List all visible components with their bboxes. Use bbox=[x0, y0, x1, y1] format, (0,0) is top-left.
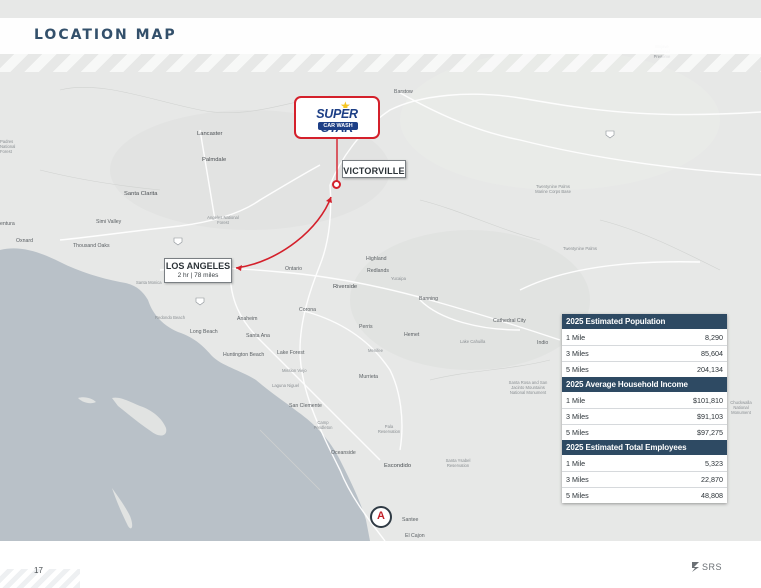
victorville-callout: VICTORVILLE bbox=[342, 160, 406, 178]
place-cathedral-city: Cathedral City bbox=[493, 318, 526, 324]
place-menifee: Menifee bbox=[368, 348, 383, 353]
place-oceanside: Oceanside bbox=[331, 450, 356, 456]
place-hemet: Hemet bbox=[404, 332, 420, 338]
place-palmdale: Palmdale bbox=[202, 157, 227, 163]
place-mission-viejo: Mission Viejo bbox=[282, 368, 307, 373]
logo-main-text: SUPER STAR bbox=[316, 107, 358, 135]
place-anaheim: Anaheim bbox=[237, 316, 258, 322]
place-santa-rosa-monument: Santa Rosa and San Jacinto Mountains Nat… bbox=[508, 380, 548, 395]
place-barstow: Barstow bbox=[394, 89, 413, 95]
drive-time-label: 2 hr | 78 miles bbox=[177, 272, 219, 279]
table-row: 5 Miles $97,275 bbox=[562, 424, 727, 440]
place-long-beach: Long Beach bbox=[190, 329, 218, 335]
place-san-clemente: San Clemente bbox=[289, 403, 322, 409]
logo-sub-text: CAR WASH bbox=[318, 122, 358, 130]
place-lancaster: Lancaster bbox=[197, 131, 223, 137]
place-indio: Indio bbox=[537, 340, 549, 346]
table-row: 5 Miles 204,134 bbox=[562, 361, 727, 377]
place-lake-forest: Lake Forest bbox=[277, 350, 305, 356]
place-santa-monica: Santa Monica bbox=[136, 280, 162, 285]
place-el-cajon: El Cajon bbox=[405, 533, 425, 539]
population-header: 2025 Estimated Population bbox=[562, 314, 727, 329]
place-escondido: Escondido bbox=[384, 463, 412, 469]
compass-icon: A bbox=[370, 506, 392, 528]
place-oxnard: Oxnard bbox=[16, 238, 34, 244]
table-row: 3 Miles 85,604 bbox=[562, 345, 727, 361]
los-angeles-label: LOS ANGELES bbox=[165, 261, 231, 271]
victorville-label: VICTORVILLE bbox=[343, 166, 405, 176]
place-ontario: Ontario bbox=[285, 266, 303, 272]
place-twentynine-base: Twentynine Palms Marine Corps Base bbox=[535, 184, 571, 194]
table-row: 1 Mile $101,810 bbox=[566, 395, 723, 405]
place-huntington-beach: Huntington Beach bbox=[223, 352, 265, 358]
place-santa-ana: Santa Ana bbox=[246, 333, 270, 339]
place-padres-forest: Padres National Forest bbox=[0, 139, 16, 154]
income-header: 2025 Average Household Income bbox=[562, 377, 727, 392]
los-angeles-callout: LOS ANGELES 2 hr | 78 miles bbox=[164, 258, 232, 283]
place-yucaipa: Yucaipa bbox=[391, 276, 406, 281]
place-camp-pendleton: Camp Pendleton bbox=[313, 420, 333, 430]
location-pin-icon[interactable] bbox=[332, 180, 341, 189]
place-riverside: Riverside bbox=[333, 284, 358, 290]
srs-logo: SRS bbox=[691, 561, 722, 575]
place-banning: Banning bbox=[419, 296, 439, 302]
place-lake-cahuilla: Lake Cahuilla bbox=[460, 339, 486, 344]
super-star-logo[interactable]: ★ SUPER STAR CAR WASH bbox=[294, 96, 380, 139]
demographics-table: 2025 Estimated Population 1 Mile 8,290 3 … bbox=[562, 314, 727, 503]
place-simi-valley: Simi Valley bbox=[96, 219, 122, 225]
place-thousand-oaks: Thousand Oaks bbox=[73, 243, 110, 249]
table-row: 1 Mile 8,290 bbox=[566, 332, 723, 342]
table-row: 5 Miles 48,808 bbox=[562, 487, 727, 503]
employees-header: 2025 Estimated Total Employees bbox=[562, 440, 727, 455]
place-laguna-niguel: Laguna Niguel bbox=[272, 383, 300, 388]
place-chuckwalla: Chuckwalla National Monument bbox=[730, 400, 752, 415]
place-ventura: entura bbox=[0, 221, 15, 227]
place-angeles-forest: Angeles National Forest bbox=[207, 215, 239, 225]
place-murrieta: Murrieta bbox=[359, 374, 379, 380]
place-santee: Santee bbox=[402, 517, 419, 523]
place-twentynine-palms: Twentynine Palms bbox=[563, 246, 597, 251]
place-santa-clarita: Santa Clarita bbox=[124, 191, 158, 197]
location-map[interactable]: Barstow Lancaster Palmdale Santa Clarita… bbox=[0, 0, 761, 541]
page-number: 17 bbox=[34, 566, 43, 575]
table-row: 3 Miles $91,103 bbox=[562, 408, 727, 424]
page-title: LOCATION MAP bbox=[34, 27, 177, 43]
place-perris: Perris bbox=[359, 324, 373, 330]
place-redondo-beach: Redondo Beach bbox=[155, 315, 186, 320]
srs-mark-icon bbox=[692, 562, 699, 572]
place-highland: Highland bbox=[366, 256, 387, 262]
table-row: 3 Miles 22,870 bbox=[562, 471, 727, 487]
place-santa-ysabel: Santa Ysabel Reservation bbox=[445, 458, 471, 468]
place-corona: Corona bbox=[299, 307, 317, 313]
place-redlands: Redlands bbox=[367, 268, 389, 274]
place-pala: Pala Reservation bbox=[377, 424, 401, 434]
table-row: 1 Mile 5,323 bbox=[566, 458, 723, 468]
route-arrow-start bbox=[236, 265, 242, 271]
page-header: LOCATION MAP bbox=[0, 18, 761, 74]
